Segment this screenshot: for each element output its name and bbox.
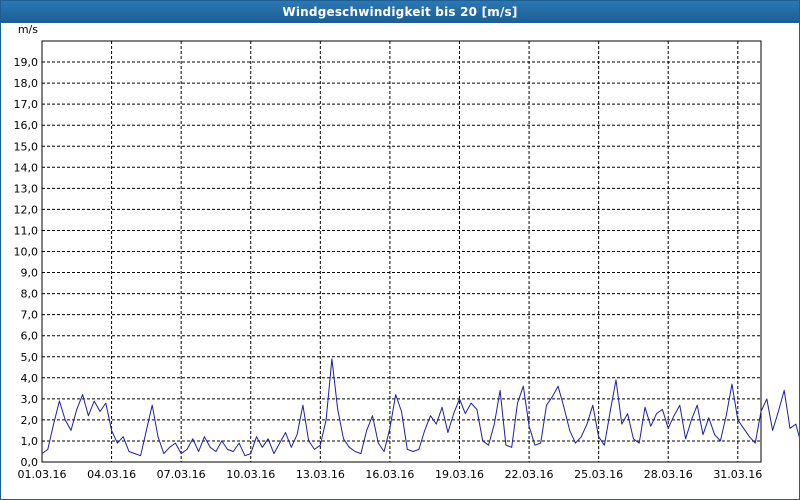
- y-tick-label: 3,0: [21, 393, 39, 406]
- x-tick-label: 04.03.16: [87, 468, 136, 481]
- y-tick-label: 7,0: [21, 309, 39, 322]
- x-tick-label: 13.03.16: [296, 468, 345, 481]
- y-tick-label: 10,0: [14, 246, 39, 259]
- y-tick-label: 11,0: [14, 224, 39, 237]
- y-tick-label: 4,0: [21, 372, 39, 385]
- wind-speed-series-line: [41, 358, 799, 457]
- y-tick-label: 1,0: [21, 435, 39, 448]
- y-axis-unit: m/s: [18, 23, 38, 36]
- x-tick-label: 19.03.16: [435, 468, 484, 481]
- y-tick-label: 12,0: [14, 203, 39, 216]
- x-tick-label: 07.03.16: [157, 468, 206, 481]
- y-tick-label: 18,0: [14, 77, 39, 90]
- y-tick-label: 17,0: [14, 98, 39, 111]
- chart-canvas: 0,01,02,03,04,05,06,07,08,09,010,011,012…: [14, 23, 799, 481]
- y-tick-label: 19,0: [14, 56, 39, 69]
- x-tick-label: 22.03.16: [505, 468, 554, 481]
- y-tick-label: 6,0: [21, 330, 39, 343]
- chart-title: Windgeschwindigkeit bis 20 [m/s]: [1, 1, 799, 23]
- x-tick-label: 01.03.16: [18, 468, 67, 481]
- x-tick-label: 31.03.16: [713, 468, 762, 481]
- y-tick-label: 9,0: [21, 267, 39, 280]
- y-tick-label: 2,0: [21, 414, 39, 427]
- y-tick-label: 14,0: [14, 161, 39, 174]
- chart-window: Windgeschwindigkeit bis 20 [m/s] 0,0 1,0 2…: [0, 0, 800, 500]
- x-tick-label: 25.03.16: [574, 468, 623, 481]
- y-tick-label: 8,0: [21, 288, 39, 301]
- y-tick-label: 16,0: [14, 119, 39, 132]
- y-tick-label: 13,0: [14, 182, 39, 195]
- y-tick-label: 15,0: [14, 140, 39, 153]
- x-tick-label: 28.03.16: [644, 468, 693, 481]
- x-tick-label: 10.03.16: [226, 468, 275, 481]
- y-tick-label: 5,0: [21, 351, 39, 364]
- x-tick-label: 16.03.16: [365, 468, 414, 481]
